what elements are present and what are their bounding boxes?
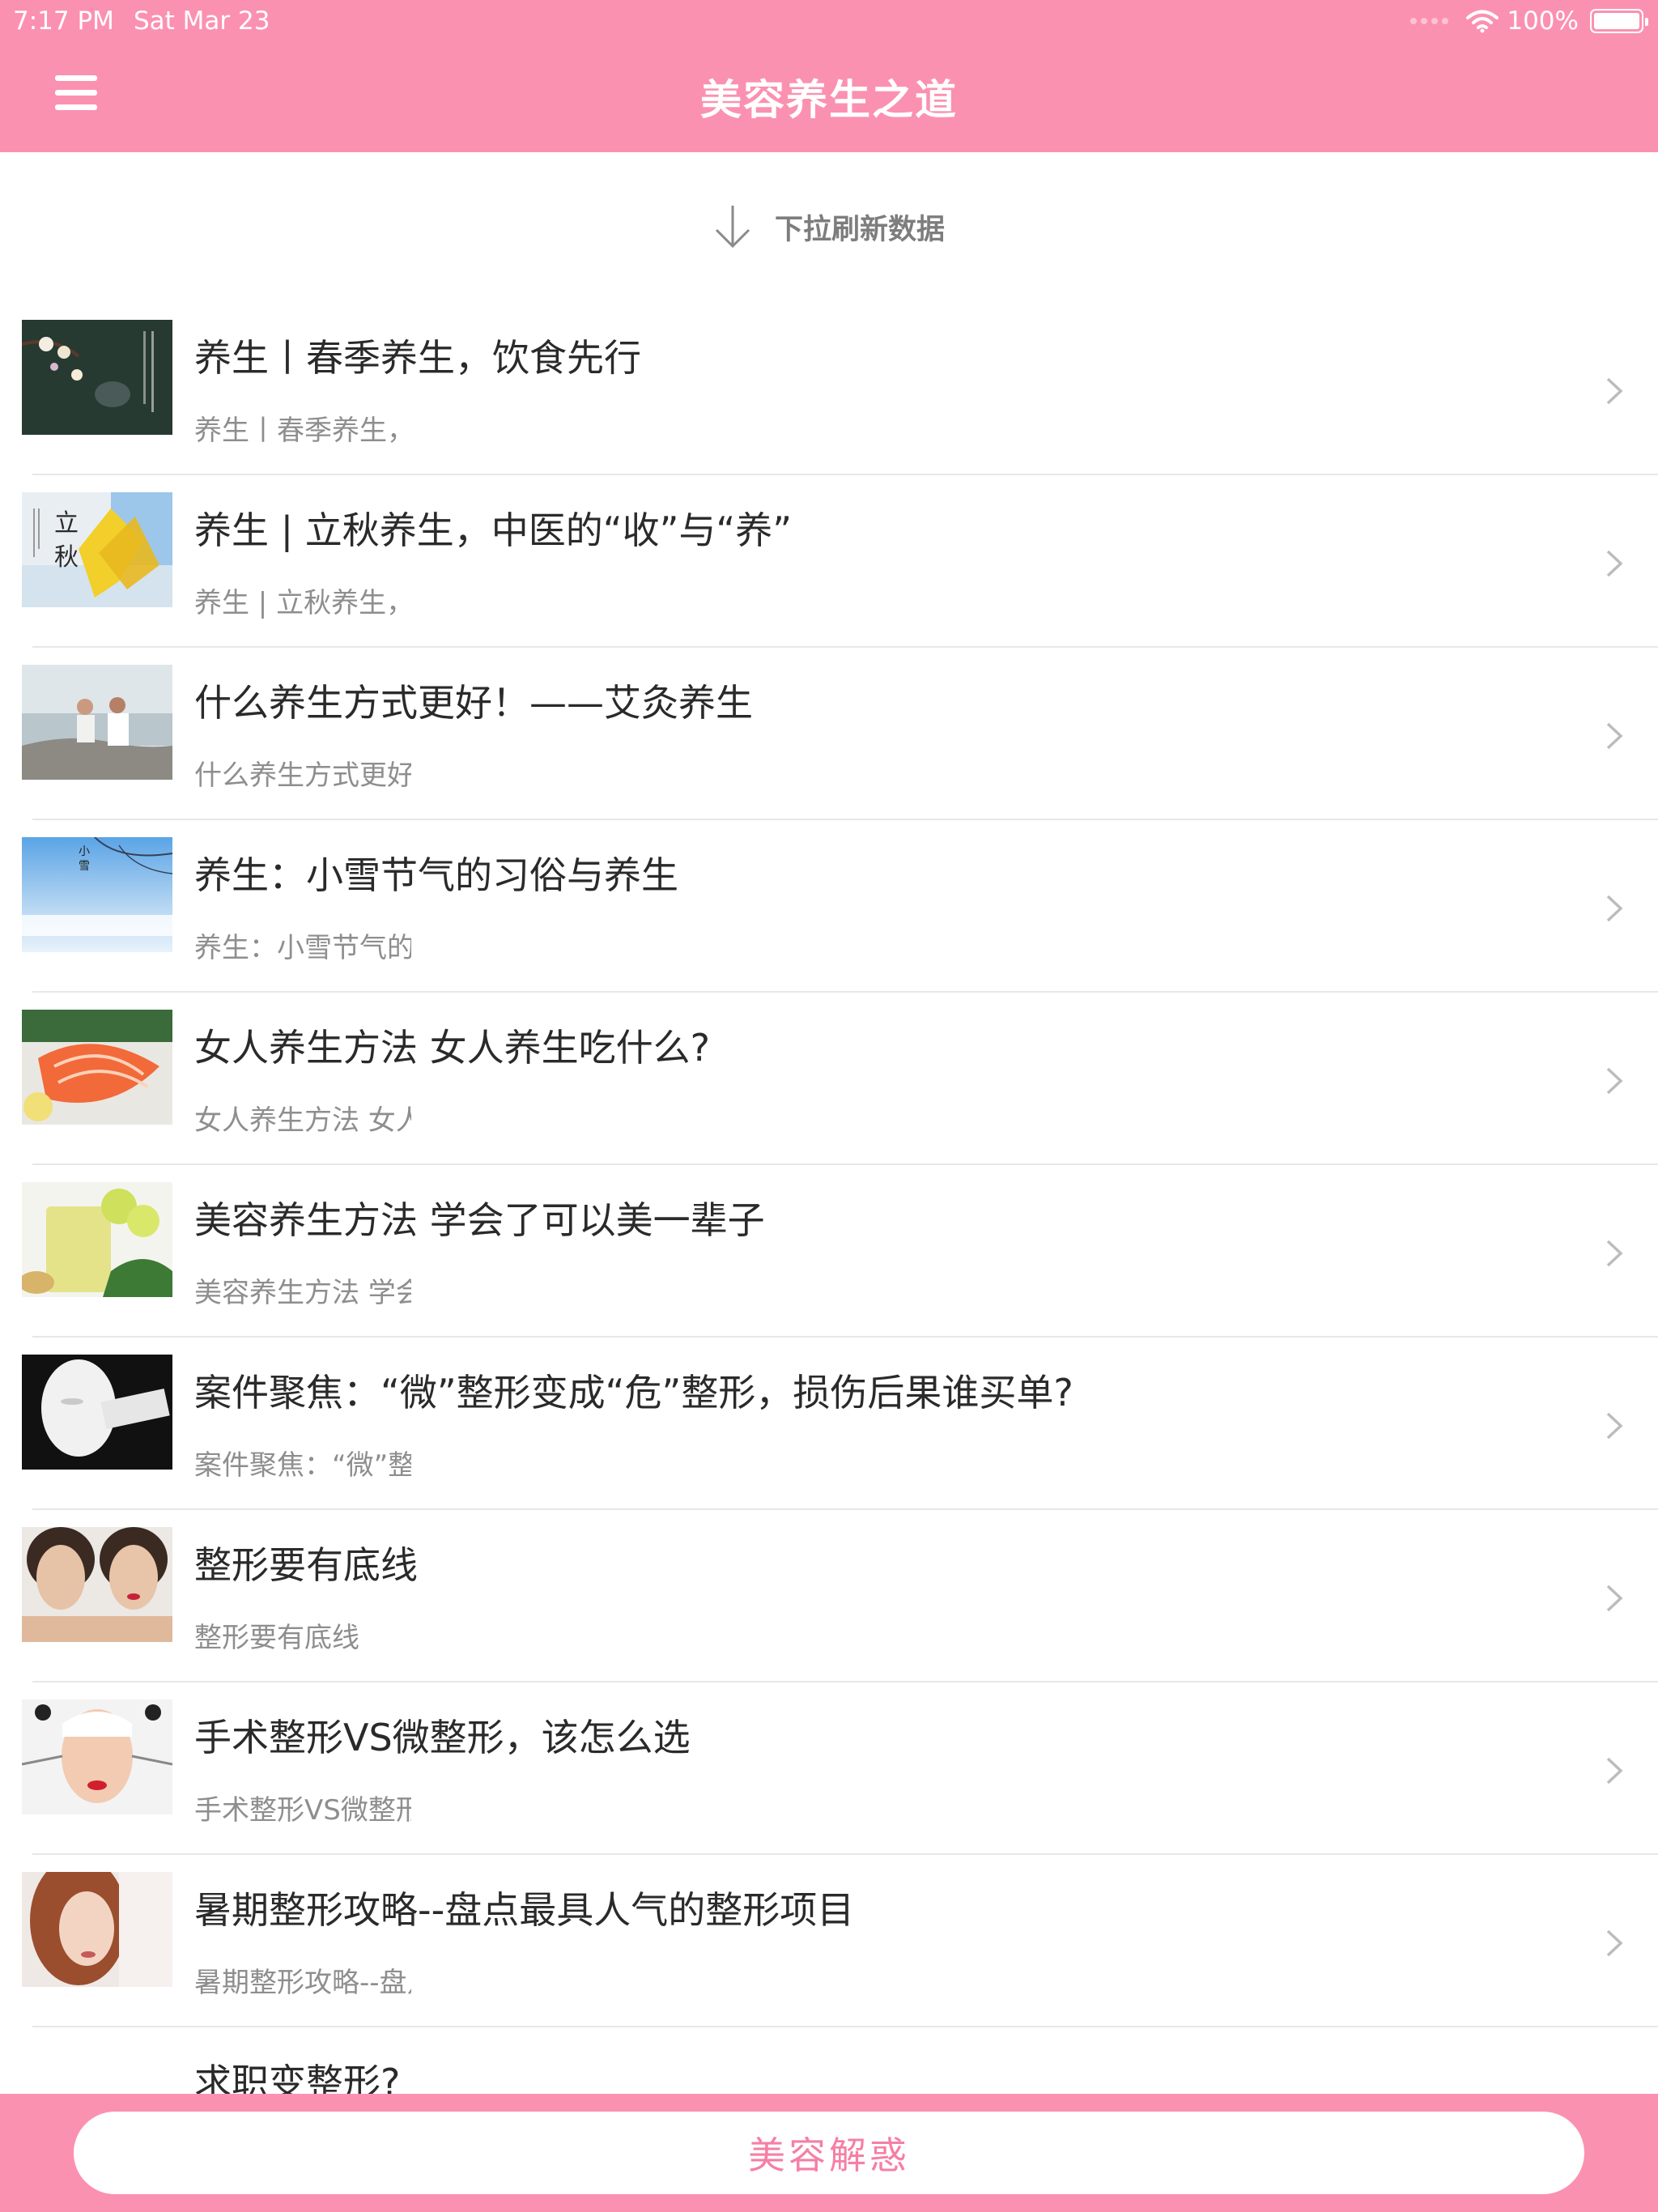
article-title: 养生 | 立秋养生，中医的“收”与“养” <box>194 508 793 552</box>
article-subtitle: 案件聚焦：“微”整 <box>194 1449 411 1482</box>
pull-to-refresh: 下拉刷新数据 <box>0 194 1658 259</box>
article-thumbnail <box>22 1182 172 1297</box>
article-thumbnail <box>22 320 172 435</box>
app-screen: 7:17 PM Sat Mar 23 100% 美容养生之道 下拉刷新数据 养生… <box>0 0 1658 2212</box>
battery-percent: 100% <box>1507 6 1579 36</box>
chevron-right-icon <box>1606 1240 1623 1267</box>
article-subtitle: 女人养生方法 女人 <box>194 1104 411 1137</box>
battery-icon <box>1590 9 1648 33</box>
list-item[interactable]: 美容养生方法 学会了可以美一辈子 美容养生方法 学会 <box>0 1165 1658 1338</box>
article-subtitle: 暑期整形攻略--盘点 <box>194 1967 411 1999</box>
article-title: 女人养生方法 女人养生吃什么? <box>194 1026 711 1070</box>
chevron-right-icon <box>1606 1929 1623 1957</box>
chevron-right-icon <box>1606 377 1623 405</box>
article-subtitle: 美容养生方法 学会 <box>194 1277 411 1309</box>
svg-text:立: 立 <box>54 509 79 538</box>
article-list: 养生丨春季养生，饮食先行 养生丨春季养生， 立 秋 养生 | 立秋养生，中医的“… <box>0 303 1658 2200</box>
list-item[interactable]: 养生丨春季养生，饮食先行 养生丨春季养生， <box>0 303 1658 475</box>
arrow-down-icon <box>715 206 750 249</box>
chevron-right-icon <box>1606 1585 1623 1612</box>
page-title: 美容养生之道 <box>699 77 958 125</box>
article-thumbnail <box>22 1010 172 1125</box>
article-subtitle: 手术整形VS微整形 <box>194 1794 411 1827</box>
article-thumbnail <box>22 1699 172 1814</box>
article-thumbnail: 小 雪 <box>22 837 172 952</box>
article-title: 案件聚焦：“微”整形变成“危”整形，损伤后果谁买单? <box>194 1371 1073 1414</box>
list-item[interactable]: 立 秋 养生 | 立秋养生，中医的“收”与“养” 养生 | 立秋养生， <box>0 475 1658 648</box>
chevron-right-icon <box>1606 1412 1623 1440</box>
beauty-qa-button[interactable]: 美容解惑 <box>74 2112 1584 2194</box>
article-thumbnail: 立 秋 <box>22 492 172 607</box>
list-item[interactable]: 小 雪 养生：小雪节气的习俗与养生 养生：小雪节气的 <box>0 820 1658 993</box>
status-right: 100% <box>1410 6 1648 36</box>
svg-text:秋: 秋 <box>54 543 79 572</box>
chevron-right-icon <box>1606 722 1623 750</box>
article-title: 整形要有底线 <box>194 1543 418 1587</box>
list-item[interactable]: 女人养生方法 女人养生吃什么? 女人养生方法 女人 <box>0 993 1658 1165</box>
list-item[interactable]: 手术整形VS微整形，该怎么选 手术整形VS微整形 <box>0 1682 1658 1855</box>
chevron-right-icon <box>1606 550 1623 577</box>
svg-text:雪: 雪 <box>79 860 90 873</box>
article-title: 什么养生方式更好！——艾灸养生 <box>194 681 753 725</box>
article-title: 暑期整形攻略--盘点最具人气的整形项目 <box>194 1888 855 1932</box>
article-subtitle: 养生：小雪节气的 <box>194 932 411 964</box>
list-item[interactable]: 案件聚焦：“微”整形变成“危”整形，损伤后果谁买单? 案件聚焦：“微”整 <box>0 1338 1658 1510</box>
svg-text:小: 小 <box>79 845 90 858</box>
list-item[interactable]: 什么养生方式更好！——艾灸养生 什么养生方式更好 <box>0 648 1658 820</box>
list-item[interactable]: 整形要有底线 整形要有底线 <box>0 1510 1658 1682</box>
article-subtitle: 养生丨春季养生， <box>194 415 411 447</box>
chevron-right-icon <box>1606 895 1623 922</box>
bottom-bar: 美容解惑 <box>0 2094 1658 2212</box>
article-title: 养生丨春季养生，饮食先行 <box>194 336 641 380</box>
refresh-label: 下拉刷新数据 <box>774 213 945 246</box>
article-subtitle: 整形要有底线 <box>194 1622 359 1654</box>
article-thumbnail <box>22 1872 172 1987</box>
list-item[interactable]: 暑期整形攻略--盘点最具人气的整形项目 暑期整形攻略--盘点 <box>0 1855 1658 2027</box>
chevron-right-icon <box>1606 1067 1623 1095</box>
article-thumbnail <box>22 1355 172 1470</box>
navigation-bar: 7:17 PM Sat Mar 23 100% 美容养生之道 <box>0 0 1658 152</box>
article-thumbnail <box>22 665 172 780</box>
signal-icon <box>1410 18 1449 24</box>
article-title: 手术整形VS微整形，该怎么选 <box>194 1716 691 1759</box>
article-subtitle: 养生 | 立秋养生， <box>194 587 411 619</box>
status-time: 7:17 PM <box>13 6 114 36</box>
status-bar: 7:17 PM Sat Mar 23 100% <box>0 0 1658 42</box>
status-date: Sat Mar 23 <box>134 6 270 36</box>
chevron-right-icon <box>1606 1757 1623 1784</box>
article-thumbnail <box>22 1527 172 1642</box>
article-subtitle: 什么养生方式更好 <box>194 759 411 792</box>
wifi-icon <box>1466 10 1499 33</box>
article-title: 美容养生方法 学会了可以美一辈子 <box>194 1198 765 1242</box>
article-title: 养生：小雪节气的习俗与养生 <box>194 853 678 897</box>
